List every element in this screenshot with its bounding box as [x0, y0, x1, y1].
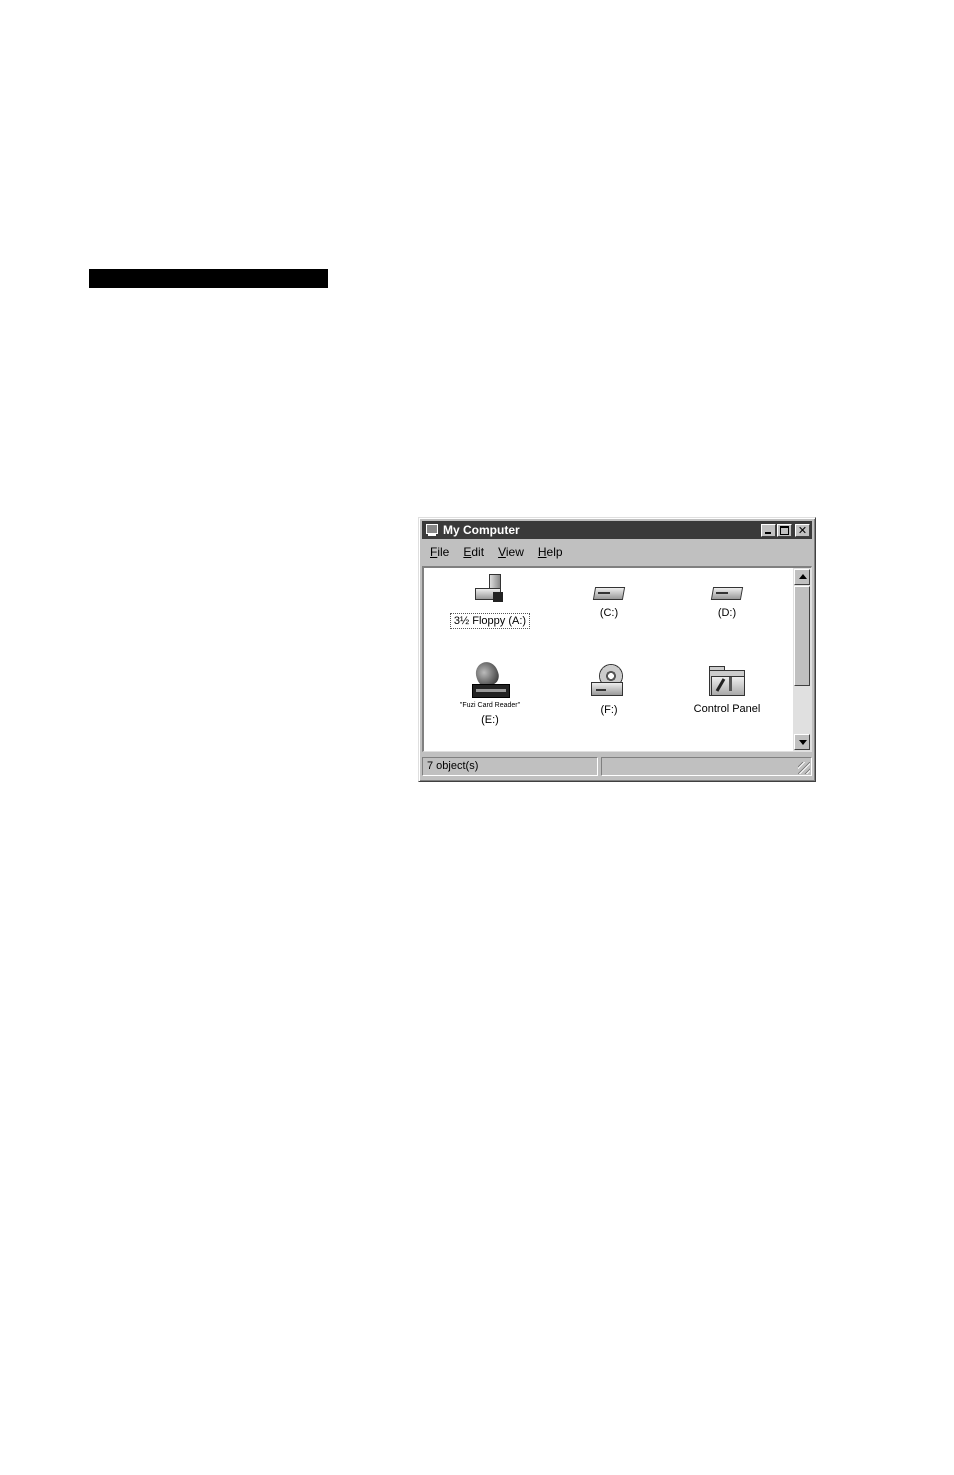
- floppy-drive-icon: [473, 574, 507, 606]
- scroll-down-button[interactable]: [794, 734, 810, 750]
- maximize-button[interactable]: [777, 523, 792, 537]
- item-cd-f[interactable]: (F:): [564, 664, 654, 717]
- arrow-down-icon: [799, 740, 807, 745]
- maximize-icon: [780, 525, 789, 535]
- minimize-icon: [765, 531, 771, 534]
- minimize-button[interactable]: [761, 523, 776, 537]
- menu-bar: File Edit View Help: [422, 542, 812, 562]
- status-object-count: 7 object(s): [422, 757, 598, 776]
- item-label: Control Panel: [693, 703, 761, 715]
- item-label: (E:): [481, 714, 499, 726]
- window-title: My Computer: [443, 523, 520, 537]
- hard-drive-icon: [592, 584, 626, 600]
- scroll-up-button[interactable]: [794, 569, 810, 585]
- computer-icon: [425, 523, 439, 537]
- item-control-panel[interactable]: Control Panel: [678, 664, 776, 716]
- close-icon: ✕: [797, 523, 808, 537]
- content-area: 3½ Floppy (A:) (C:) (D:) "Fuzi Card Read…: [422, 566, 812, 752]
- item-drive-c[interactable]: (C:): [564, 584, 654, 620]
- item-label: (C:): [599, 607, 619, 619]
- my-computer-window[interactable]: My Computer ✕ File Edit View Help 3½ Flo…: [418, 517, 816, 782]
- close-button[interactable]: ✕: [795, 523, 810, 537]
- item-label: (D:): [717, 607, 737, 619]
- vertical-scrollbar[interactable]: [793, 568, 811, 751]
- menu-view[interactable]: View: [498, 545, 524, 559]
- item-label-top: "Fuzi Card Reader": [459, 702, 521, 709]
- item-label: (F:): [600, 704, 618, 716]
- black-header-bar: [89, 269, 328, 288]
- menu-file[interactable]: File: [430, 545, 449, 559]
- card-reader-icon: [470, 658, 510, 700]
- hard-drive-icon: [710, 584, 744, 600]
- status-bar: 7 object(s): [422, 757, 812, 778]
- menu-edit[interactable]: Edit: [463, 545, 484, 559]
- item-label: 3½ Floppy (A:): [449, 613, 531, 629]
- scroll-thumb[interactable]: [794, 586, 810, 686]
- menu-help[interactable]: Help: [538, 545, 563, 559]
- control-panel-folder-icon: [707, 664, 747, 698]
- item-card-reader-e[interactable]: "Fuzi Card Reader" (E:): [442, 658, 538, 727]
- title-bar[interactable]: My Computer ✕: [422, 521, 812, 539]
- item-floppy-a[interactable]: 3½ Floppy (A:): [444, 574, 536, 629]
- status-pane-empty: [601, 757, 812, 776]
- item-drive-d[interactable]: (D:): [682, 584, 772, 620]
- arrow-up-icon: [799, 574, 807, 579]
- cd-drive-icon: [591, 664, 627, 702]
- resize-grip-icon[interactable]: [798, 762, 810, 774]
